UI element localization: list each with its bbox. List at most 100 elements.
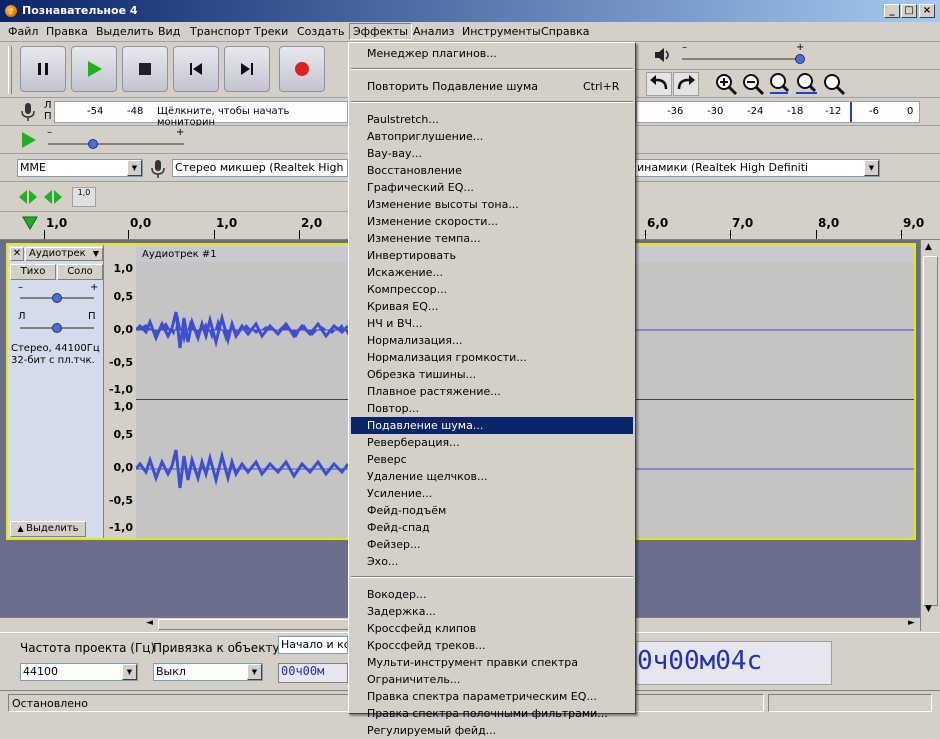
effects-menu-item[interactable]: Ограничитель... (351, 671, 633, 688)
input-device-select[interactable]: Стерео микшер (Realtek High Def (172, 159, 348, 177)
fit-selection-button[interactable] (768, 72, 794, 96)
timeline-triangle-icon[interactable] (22, 216, 38, 230)
solo-button[interactable]: Соло (57, 264, 103, 280)
trim-audio-icon[interactable] (18, 188, 68, 206)
effects-menu-item[interactable]: Задержка... (351, 603, 633, 620)
effects-menu-item[interactable]: Повтор... (351, 400, 633, 417)
vertical-ruler-left-channel[interactable]: 1,0 0,5 0,0 -0,5 -1,0 (106, 262, 136, 399)
selection-mode-select[interactable]: Начало и кон (278, 636, 348, 654)
zoom-in-button[interactable] (714, 72, 740, 96)
snap-to-select[interactable]: Выкл ▼ (153, 663, 263, 681)
menu-select[interactable]: Выделить (96, 25, 154, 38)
effects-menu-item[interactable]: Плавное растяжение... (351, 383, 633, 400)
play-at-speed-icon[interactable] (20, 131, 38, 149)
effects-menu-item[interactable]: Реверс (351, 451, 633, 468)
menu-file[interactable]: Файл (8, 25, 38, 38)
recording-meter[interactable]: -54 -48 Щёлкните, чтобы начать мониторин (54, 101, 348, 128)
zoom-toggle-button[interactable] (822, 72, 848, 96)
maximize-button[interactable]: □ (901, 4, 917, 18)
effects-menu-item[interactable]: Фейд-подъём (351, 502, 633, 519)
close-window-button[interactable]: × (919, 4, 935, 18)
skip-start-button[interactable] (173, 46, 219, 92)
effects-menu-item[interactable]: Вокодер... (351, 586, 633, 603)
effects-menu-item[interactable]: Кроссфейд треков... (351, 637, 633, 654)
effects-menu-item[interactable]: Кроссфейд клипов (351, 620, 633, 637)
effects-menu-item[interactable]: НЧ и ВЧ... (351, 315, 633, 332)
chevron-down-icon[interactable]: ▼ (127, 160, 142, 176)
effects-menu-item[interactable]: Обрезка тишины... (351, 366, 633, 383)
vertical-ruler-right-channel[interactable]: 1,0 0,5 0,0 -0,5 -1,0 (106, 400, 136, 538)
menu-transport[interactable]: Транспорт (190, 25, 251, 38)
menu-help[interactable]: Справка (541, 25, 589, 38)
effects-menu-item[interactable]: Компрессор... (351, 281, 633, 298)
toolbar-grip[interactable] (8, 46, 12, 94)
scroll-left-icon[interactable]: ◄ (146, 618, 153, 628)
audio-position-display[interactable]: 0ч00м04с (636, 641, 832, 685)
track-select-button[interactable]: ▲ Выделить (10, 521, 86, 537)
menu-analyze[interactable]: Анализ (413, 25, 455, 38)
record-button[interactable] (279, 46, 325, 92)
effects-menu-item[interactable]: Графический EQ... (351, 179, 633, 196)
minimize-button[interactable]: _ (884, 4, 900, 18)
effects-menu-item[interactable]: Изменение скорости... (351, 213, 633, 230)
vertical-scrollbar[interactable]: ▲ ▼ (920, 240, 940, 631)
effects-menu-item[interactable]: Повторить Подавление шума Ctrl+R (351, 78, 633, 95)
gain-slider-thumb[interactable] (52, 293, 62, 303)
chevron-down-icon[interactable]: ▼ (122, 664, 137, 680)
effects-menu-item[interactable]: Нормализация громкости... (351, 349, 633, 366)
effects-menu-item[interactable]: Подавление шума... (351, 417, 633, 434)
pause-button[interactable] (20, 46, 66, 92)
effects-menu-item[interactable]: Усиление... (351, 485, 633, 502)
effects-menu-item[interactable]: Правка спектра параметрическим EQ... (351, 688, 633, 705)
zoom-out-button[interactable] (741, 72, 767, 96)
effects-menu-item[interactable]: Вау-вау... (351, 145, 633, 162)
effects-menu-item[interactable]: Эхо... (351, 553, 633, 570)
play-button[interactable] (71, 46, 117, 92)
vertical-scroll-thumb[interactable] (923, 256, 938, 606)
effects-menu-item[interactable]: Мульти-инструмент правки спектра (351, 654, 633, 671)
scroll-up-icon[interactable]: ▲ (925, 242, 932, 252)
undo-button[interactable] (646, 72, 672, 96)
scroll-right-icon[interactable]: ► (908, 618, 915, 628)
effects-menu-item[interactable]: Кривая EQ... (351, 298, 633, 315)
chevron-down-icon[interactable]: ▼ (864, 160, 879, 176)
effects-menu-item[interactable]: Paulstretch... (351, 111, 633, 128)
effects-menu-item[interactable]: Искажение... (351, 264, 633, 281)
menu-tracks[interactable]: Треки (254, 25, 288, 38)
effects-menu-item[interactable]: Фейд-спад (351, 519, 633, 536)
effects-menu-item[interactable]: Удаление щелчков... (351, 468, 633, 485)
playback-meter[interactable]: -36 -30 -24 -18 -12 -6 0 (636, 101, 920, 123)
skip-end-button[interactable] (224, 46, 270, 92)
speed-slider-thumb[interactable] (88, 139, 98, 149)
effects-menu-item[interactable]: Фейзер... (351, 536, 633, 553)
track-close-button[interactable]: ✕ (10, 247, 24, 261)
output-device-select[interactable]: инамики (Realtek High Definiti ▼ (634, 159, 880, 177)
stop-button[interactable] (122, 46, 168, 92)
effects-menu-item[interactable]: Менеджер плагинов... (351, 45, 633, 62)
effects-menu-item[interactable]: Изменение темпа... (351, 230, 633, 247)
selection-start-time[interactable]: 00ч00м (278, 663, 348, 683)
effects-menu-item[interactable]: Восстановление (351, 162, 633, 179)
audio-host-select[interactable]: MME ▼ (17, 159, 143, 177)
scroll-down-icon[interactable]: ▼ (925, 604, 932, 614)
effects-menu-item[interactable]: Регулируемый фейд... (351, 722, 633, 739)
output-volume-thumb[interactable] (795, 54, 805, 64)
menu-effects[interactable]: Эффекты (349, 23, 412, 40)
menu-view[interactable]: Вид (158, 25, 180, 38)
fit-project-button[interactable] (795, 72, 821, 96)
menu-tools[interactable]: Инструменты (462, 25, 541, 38)
track-control-panel[interactable]: ✕ Аудиотрек ▼ Тихо Соло – + Л П Стерео, 4… (8, 245, 104, 538)
effects-menu-item[interactable]: Нормализация... (351, 332, 633, 349)
zoom-normal-button[interactable]: 1,0 (72, 187, 96, 207)
speed-slider[interactable] (48, 143, 184, 145)
effects-menu-item[interactable]: Автоприглушение... (351, 128, 633, 145)
menu-edit[interactable]: Правка (46, 25, 88, 38)
output-volume-slider[interactable] (682, 58, 802, 60)
pan-slider-thumb[interactable] (52, 323, 62, 333)
project-rate-select[interactable]: 44100 ▼ (20, 663, 138, 681)
effects-menu-item[interactable]: Инвертировать (351, 247, 633, 264)
redo-button[interactable] (673, 72, 699, 96)
horizontal-scroll-thumb[interactable] (158, 619, 358, 630)
effects-menu-item[interactable]: Изменение высоты тона... (351, 196, 633, 213)
chevron-down-icon[interactable]: ▼ (247, 664, 262, 680)
